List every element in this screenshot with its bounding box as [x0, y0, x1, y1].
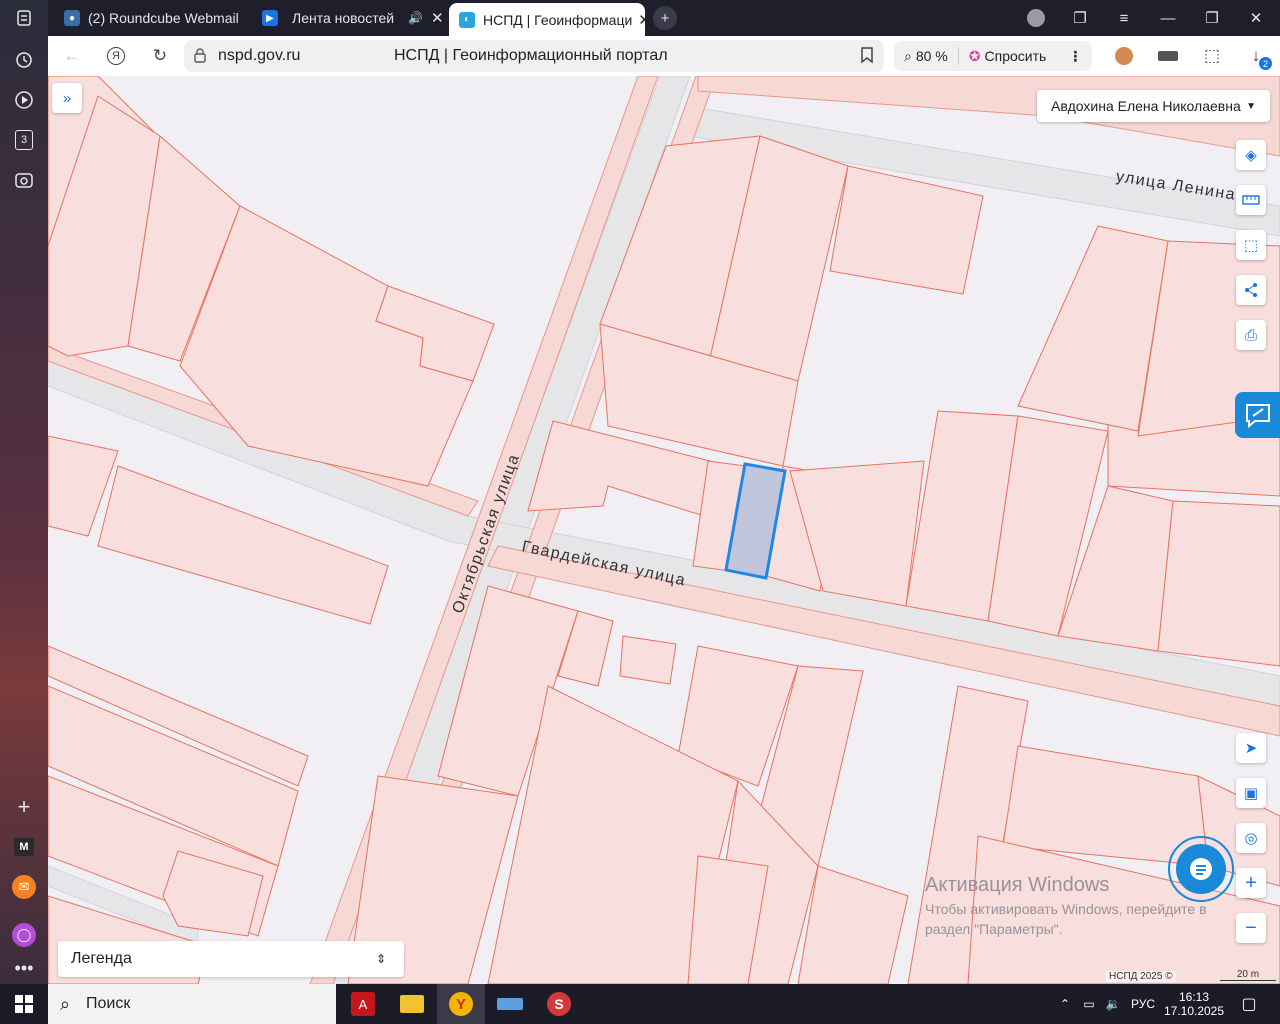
yandex-logo-button[interactable]: Я — [104, 44, 128, 68]
minimap-icon[interactable]: ▣ — [1236, 778, 1266, 808]
sidebar-app-m[interactable]: M — [8, 831, 40, 863]
alice-assistant-icon[interactable]: ◯ — [8, 919, 40, 951]
area-select-icon[interactable]: ⬚ — [1236, 230, 1266, 260]
taskbar-search-input[interactable]: ⌕ Поиск — [48, 984, 336, 1024]
caret-down-icon: ▼ — [1246, 100, 1256, 112]
user-account-select[interactable]: Авдохина Елена Николаевна ▼ — [1037, 90, 1270, 122]
profile-avatar-icon[interactable] — [1024, 6, 1048, 30]
s-app-icon[interactable]: S — [535, 984, 583, 1024]
windows-activation-watermark: Активация Windows Чтобы активировать Win… — [925, 874, 1207, 937]
yandex-browser-taskbar-icon[interactable]: Y — [437, 984, 485, 1024]
minimize-button[interactable]: — — [1156, 6, 1180, 30]
history-icon[interactable] — [8, 44, 40, 76]
nspd-globe-icon: ◐ — [459, 11, 475, 28]
tab-nspd[interactable]: ◐ НСПД | Геоинформаци ✕ — [449, 3, 645, 36]
tabs-counter-badge[interactable]: 3 — [8, 124, 40, 156]
video-play-icon: ▶ — [262, 10, 278, 26]
scanner-app-icon[interactable] — [486, 984, 534, 1024]
back-button[interactable]: ← — [60, 44, 84, 68]
clock[interactable]: 16:13 17.10.2025 — [1162, 984, 1226, 1024]
map-scale-bar: 20 m — [1220, 969, 1276, 981]
lock-icon[interactable] — [194, 47, 206, 68]
new-tab-button[interactable]: + — [653, 6, 677, 30]
downloads-badge: 2 — [1259, 57, 1272, 70]
expand-panel-button[interactable]: » — [52, 83, 82, 113]
zoom-icon[interactable]: ⌕ — [904, 48, 912, 65]
reload-button[interactable]: ↻ — [148, 44, 172, 68]
video-player-icon[interactable] — [8, 84, 40, 116]
bookmark-icon[interactable] — [860, 46, 874, 69]
zoom-ask-pill: ⌕ 80 % ✪ Спросить ⋮ — [894, 41, 1093, 71]
extension-shield-icon[interactable] — [1156, 44, 1180, 68]
roundcube-icon: ● — [64, 10, 80, 26]
browser-sidebar: 3 + M ✉ ◯ ••• — [0, 0, 48, 984]
ruler-icon[interactable] — [1236, 185, 1266, 215]
volume-icon[interactable]: 🔉 — [1102, 984, 1124, 1024]
ask-ai-button[interactable]: Спросить — [985, 48, 1047, 64]
extension-icon[interactable] — [1112, 44, 1136, 68]
language-indicator[interactable]: РУС — [1126, 984, 1160, 1024]
address-bar: ← Я ↻ nspd.gov.ru НСПД | Геоинформационн… — [48, 36, 1280, 76]
tab-close-icon[interactable]: ✕ — [431, 9, 444, 27]
ask-ai-icon: ✪ — [968, 47, 981, 64]
acrobat-app-icon[interactable]: A — [339, 984, 387, 1024]
notifications-icon[interactable]: ▢ — [1234, 984, 1264, 1024]
screenshot-icon[interactable] — [8, 164, 40, 196]
restore-button[interactable]: ❐ — [1200, 6, 1224, 30]
collections-icon[interactable] — [8, 2, 40, 34]
url-field[interactable]: nspd.gov.ru НСПД | Геоинформационный пор… — [184, 40, 884, 72]
add-panel-icon[interactable]: + — [8, 791, 40, 823]
downloads-icon[interactable]: ↓ 2 — [1244, 44, 1272, 70]
tab-news-feed[interactable]: ▶ Лента новостей 🔊 ✕ — [252, 4, 448, 32]
tab-roundcube[interactable]: ● (2) Roundcube Webmail :: — [54, 4, 240, 32]
close-window-button[interactable]: ✕ — [1244, 6, 1268, 30]
legend-label: Легенда — [71, 950, 132, 967]
tab-close-icon[interactable]: ✕ — [638, 11, 645, 29]
audio-playing-icon[interactable]: 🔊 — [408, 11, 423, 25]
geolocation-icon[interactable]: ➤ — [1236, 733, 1266, 763]
user-name: Авдохина Елена Николаевна — [1051, 98, 1241, 114]
cadastral-map — [48, 76, 1280, 984]
print-icon[interactable]: ⎙ — [1236, 320, 1266, 350]
clock-time: 16:13 — [1178, 990, 1210, 1004]
network-icon[interactable]: ▭ — [1078, 984, 1100, 1024]
share-icon[interactable] — [1236, 275, 1266, 305]
clock-date: 17.10.2025 — [1163, 1004, 1225, 1018]
search-icon: ⌕ — [60, 993, 71, 1014]
more-vertical-icon[interactable]: ⋮ — [1068, 48, 1082, 65]
layers-icon[interactable]: ◈ — [1236, 140, 1266, 170]
extensions-puzzle-icon[interactable]: ⬚ — [1200, 44, 1224, 68]
feedback-chat-icon[interactable] — [1235, 392, 1280, 438]
windows-taskbar: ⌕ Поиск A Y S ⌃ ▭ 🔉 РУС 16:13 17.10.2025… — [0, 984, 1280, 1024]
map-viewport[interactable]: улица Ленина Октябрьская улица Гвардейск… — [48, 76, 1280, 984]
tray-chevron-up-icon[interactable]: ⌃ — [1056, 984, 1074, 1024]
menu-icon[interactable]: ≡ — [1112, 6, 1136, 30]
more-icon[interactable]: ••• — [8, 952, 40, 984]
chevron-updown-icon: ⇕ — [375, 952, 386, 966]
tab-bar: ● (2) Roundcube Webmail :: ▶ Лента новос… — [48, 0, 1280, 36]
search-location-icon[interactable]: ◎ — [1236, 823, 1266, 853]
map-attribution: НСПД 2025 © — [1106, 971, 1176, 982]
windows-start-icon[interactable] — [0, 984, 48, 1024]
mail-app-icon[interactable]: ✉ — [8, 871, 40, 903]
zoom-level[interactable]: 80 % — [916, 48, 948, 64]
url-page-title: НСПД | Геоинформационный портал — [394, 47, 668, 64]
url-host: nspd.gov.ru — [218, 47, 301, 64]
file-explorer-icon[interactable] — [388, 984, 436, 1024]
bookmarks-collection-icon[interactable]: ❐ — [1068, 6, 1092, 30]
legend-panel[interactable]: Легенда ⇕ — [58, 941, 404, 977]
